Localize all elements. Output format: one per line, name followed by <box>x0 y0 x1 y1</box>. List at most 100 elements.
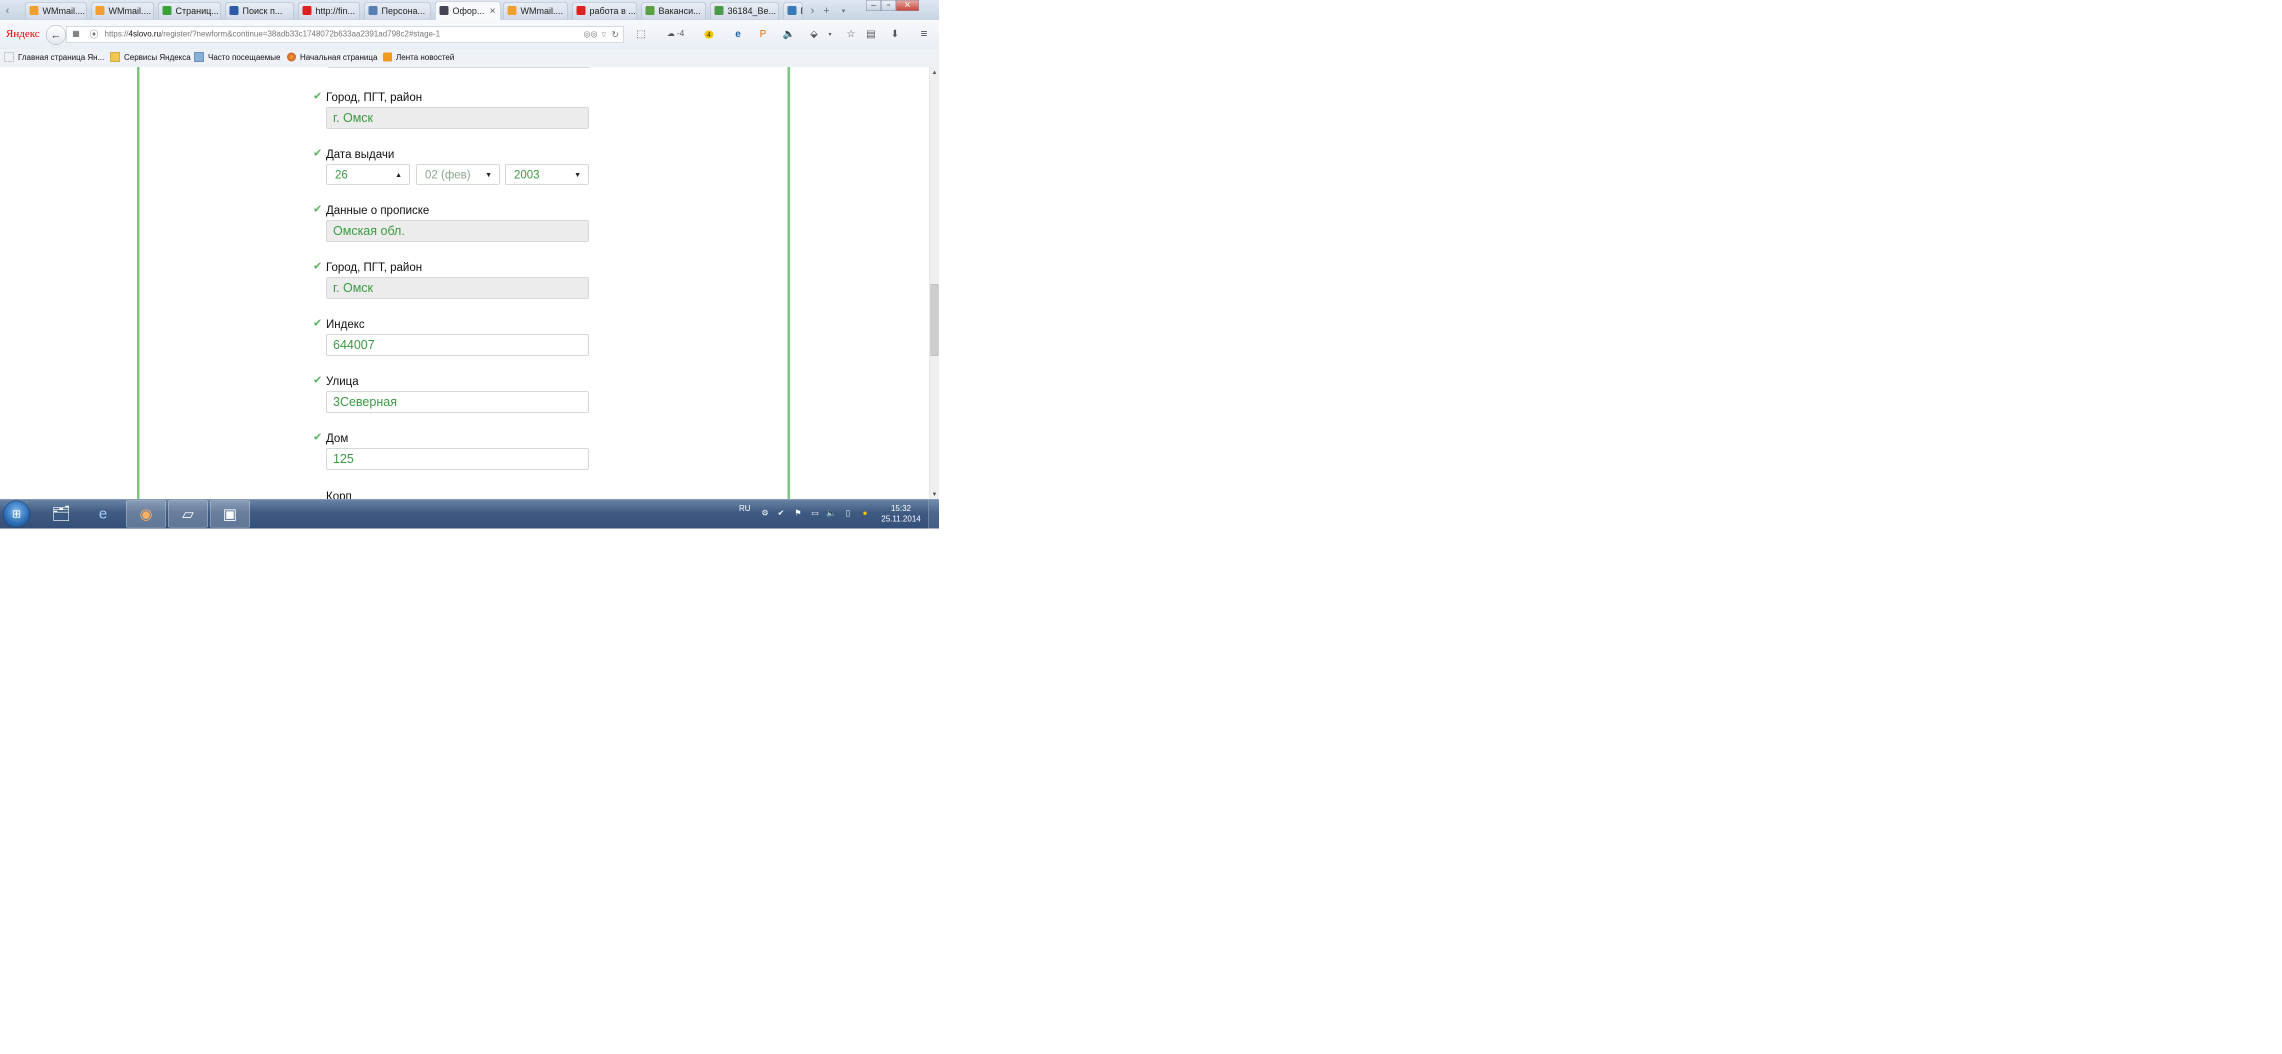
close-window-button[interactable]: ✕ <box>896 0 919 11</box>
bookmark-item-3[interactable]: Начальная страница <box>287 49 377 67</box>
registration-input[interactable]: Омская обл. <box>326 220 589 242</box>
tray-security-icon[interactable]: ✔ <box>776 509 786 519</box>
extension-p-icon[interactable]: P <box>756 27 770 41</box>
yandex-icon <box>302 6 312 16</box>
city-input-1[interactable]: г. Омск <box>326 107 589 129</box>
url-domain: 4slovo.ru <box>128 30 161 39</box>
tab-1[interactable]: WMmail.... <box>91 2 154 19</box>
check-icon: ✔ <box>313 89 323 102</box>
tab-11[interactable]: П <box>783 2 803 19</box>
lock-icon[interactable]: ⦿ <box>90 27 99 43</box>
tab-label: Ваканси... <box>658 6 701 16</box>
tab-2[interactable]: Страниц... <box>158 2 221 19</box>
scroll-down-icon[interactable]: ▼ <box>930 489 940 499</box>
bookmarks-list-icon[interactable]: ▤ <box>864 27 878 41</box>
minimize-button[interactable]: – <box>866 0 881 11</box>
clock[interactable]: 15:32 25.11.2014 <box>880 504 922 525</box>
check-icon: ✔ <box>313 316 323 329</box>
tab-10[interactable]: 36184_Ве... <box>710 2 779 19</box>
field-label: Индекс <box>326 317 365 331</box>
bookmark-item-0[interactable]: Главная страница Ян... <box>4 49 104 67</box>
field-label: Дом <box>326 431 349 445</box>
explorer-icon[interactable]: 🗂 <box>41 501 81 528</box>
tab-scroll-left-icon[interactable]: ‹ <box>2 3 13 18</box>
reload-icon[interactable]: ↻ <box>612 27 620 43</box>
index-input[interactable]: 644007 <box>326 334 589 356</box>
tray-network-icon[interactable]: ⚙ <box>760 509 770 519</box>
tab-4[interactable]: http://fin... <box>298 2 360 19</box>
maximize-button[interactable]: ▫ <box>881 0 896 11</box>
bookmarks-toolbar: Главная страница Ян... Сервисы Яндекса Ч… <box>0 49 939 68</box>
tab-6[interactable]: Офор... × <box>435 1 501 20</box>
tab-scroll-right-icon[interactable]: › <box>807 3 818 18</box>
field-label: Город, ПГТ, район <box>326 90 423 104</box>
bookmark-label: Начальная страница <box>300 53 378 63</box>
addon-dropdown-icon[interactable]: ▾ <box>823 27 837 41</box>
weather-widget[interactable]: ☁ -4 <box>663 27 688 41</box>
tab-9[interactable]: Ваканси... <box>641 2 706 19</box>
tab-3[interactable]: Поиск п... <box>225 2 294 19</box>
issue-month-select[interactable]: 02 (фев) ▼ <box>416 164 500 185</box>
wmmail-icon <box>29 6 39 16</box>
house-input[interactable]: 125 <box>326 448 589 470</box>
tab-5[interactable]: Персона... <box>364 2 431 19</box>
bookmark-label: Главная страница Ян... <box>18 53 105 63</box>
previous-field-input[interactable] <box>327 67 591 68</box>
menu-icon[interactable]: ≡ <box>917 27 931 41</box>
issue-year-select[interactable]: 2003 ▼ <box>505 164 589 185</box>
firefox-taskbar-icon[interactable]: ◉ <box>126 500 166 528</box>
internet-explorer-icon[interactable]: e <box>83 501 123 528</box>
start-button[interactable]: ⊞ <box>3 500 30 528</box>
city-input-2[interactable]: г. Омск <box>326 277 589 299</box>
bookmark-label: Часто посещаемые <box>208 53 281 63</box>
back-button[interactable]: ← <box>46 25 66 45</box>
yandex-logo[interactable]: Яндекс <box>6 27 40 40</box>
tab-0[interactable]: WMmail.... <box>25 2 87 19</box>
language-indicator[interactable]: RU <box>739 495 751 524</box>
notepad-taskbar-icon[interactable]: ▱ <box>168 500 208 528</box>
tray-flag-icon[interactable]: ⚑ <box>793 509 803 519</box>
new-tab-icon[interactable]: + <box>821 3 832 18</box>
caret-up-icon: ▲ <box>395 170 402 179</box>
scroll-up-icon[interactable]: ▲ <box>930 67 940 77</box>
reader-icon[interactable]: ◎◎ <box>584 27 598 43</box>
tray-monitor-icon[interactable]: ▭ <box>810 509 820 519</box>
url-dropdown-icon[interactable]: ▽ <box>602 27 607 43</box>
taskbar: ⊞ 🗂 e ◉ ▱ ▣ RU ⚙ ✔ ⚑ ▭ 🔈 ▯ ● 15:32 25.11… <box>0 499 940 529</box>
street-input[interactable]: 3Северная <box>326 391 589 413</box>
bookmark-item-1[interactable]: Сервисы Яндекса <box>110 49 191 67</box>
sync-icon[interactable]: ⬚ <box>634 27 648 41</box>
scroll-thumb[interactable] <box>930 284 939 356</box>
bookmark-label: Лента новостей <box>396 53 455 63</box>
bookmark-label: Сервисы Яндекса <box>124 53 191 63</box>
tab-7[interactable]: WMmail.... <box>503 2 568 19</box>
bookmark-star-icon[interactable]: ☆ <box>844 27 858 41</box>
yandex-badge-icon[interactable]: 4 <box>702 27 716 41</box>
tray-app-icon[interactable]: ● <box>860 509 870 519</box>
bookmark-item-4[interactable]: Лента новостей <box>383 49 454 67</box>
image-viewer-taskbar-icon[interactable]: ▣ <box>210 500 250 528</box>
extension-e-icon[interactable]: e <box>731 27 745 41</box>
tray-volume-icon[interactable]: 🔈 <box>826 509 836 519</box>
issue-day-select[interactable]: 26 ▲ <box>326 164 410 185</box>
show-desktop-button[interactable] <box>928 499 940 529</box>
tray-device-icon[interactable]: ▯ <box>843 509 853 519</box>
tab-8[interactable]: работа в ... <box>572 2 637 19</box>
check-icon: ✔ <box>313 146 323 159</box>
yandex-icon <box>576 6 586 16</box>
vertical-scrollbar[interactable]: ▲ ▼ <box>929 67 939 499</box>
speaker-icon[interactable]: 🔈 <box>782 27 796 41</box>
close-tab-icon[interactable]: × <box>490 2 496 21</box>
bookmark-item-2[interactable]: Часто посещаемые <box>194 49 280 67</box>
downloads-icon[interactable]: ⬇ <box>888 27 902 41</box>
url-bar[interactable]: ⦿ https://4slovo.ru/register/?newform&co… <box>66 26 624 43</box>
addon-icon[interactable]: ⬙ <box>807 27 821 41</box>
select-value: 26 <box>335 168 348 181</box>
page-identity-icon[interactable]: ▦ <box>69 27 83 41</box>
tab-list-icon[interactable]: ▾ <box>838 3 849 18</box>
image-icon <box>714 6 724 16</box>
url-path: /register/?newform&continue=38adb33c1748… <box>160 30 441 39</box>
field-label: Город, ПГТ, район <box>326 260 423 274</box>
tab-label: http://fin... <box>315 6 356 16</box>
navigation-bar: Яндекс ⦿ https://4slovo.ru/register/?new… <box>0 20 939 50</box>
